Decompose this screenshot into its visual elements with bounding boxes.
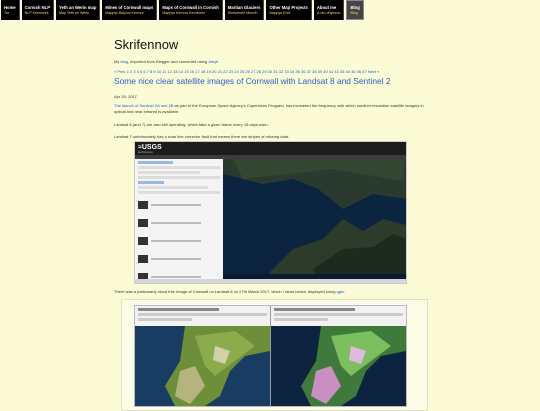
post-title[interactable]: Some nice clear satellite images of Corn…: [114, 76, 391, 86]
result-thumbnail[interactable]: [138, 218, 148, 227]
qgis-link[interactable]: qgis: [337, 289, 344, 294]
nav-item-subtitle: NLP Kernewek: [24, 10, 49, 15]
cornwall-false-colour-image: [271, 326, 406, 406]
nav-item-subtitle: Mappys Kernow Kernewek: [162, 10, 206, 15]
nav-item-3[interactable]: Mines of Cornwall maps Mappys Balyow Kern…: [102, 0, 158, 20]
usgs-logo: ≈USGS: [138, 144, 162, 151]
nav-item-title: Home: [4, 4, 16, 10]
nav-item-title: Cornish NLP: [24, 4, 50, 10]
nav-item-subtitle: Reeveneth Meurth: [227, 10, 258, 15]
nav-item-subtitle: Map Yeth an Werin: [59, 10, 90, 15]
nav-item-title: About me: [316, 4, 337, 10]
current-page: 13: [173, 69, 178, 74]
nav-item-5[interactable]: Martian Glaciers Reeveneth Meurth: [224, 0, 265, 20]
post-paragraph-1: The launch of Sentinel 2A and 2B as part…: [114, 103, 426, 115]
nav-item-7[interactable]: About me A-dro dhymmo: [313, 0, 345, 20]
post-date: Apr 29, 2017: [114, 94, 137, 99]
result-thumbnail[interactable]: [138, 200, 148, 209]
nav-item-2[interactable]: Yeth an Werin map Map Yeth an Werin: [56, 0, 101, 20]
earthexplorer-screenshot: ≈USGS EarthExplorer: [134, 141, 407, 284]
nav-item-6[interactable]: Other Map Projects Mappys Erell: [266, 0, 312, 20]
intro-text-mid: , imported from Blogger and converted us…: [128, 59, 209, 64]
nav-item-title: Maps of Cornwall in Cornish: [162, 4, 219, 10]
qgis-pane-false-colour: [271, 306, 406, 406]
nav-item-title: Other Map Projects: [269, 4, 308, 10]
nav-item-subtitle: Blog: [350, 10, 358, 15]
qgis-pane-natural-colour: [135, 306, 271, 406]
pagination: « Prev 1 2 3 4 5 6 7 8 9 10 11 12 13 14 …: [114, 69, 414, 74]
post-paragraph-2: Landsat 8 (and 7) are also still operati…: [114, 122, 269, 127]
cornwall-natural-colour-image: [135, 326, 270, 406]
status-bar: [135, 279, 406, 283]
result-thumbnail[interactable]: [138, 254, 148, 263]
qgis-screenshot: [134, 305, 407, 407]
top-navigation: Home Tre Cornish NLP NLP Kernewek Yeth an We…: [0, 0, 364, 20]
paragraph-4-end: .: [343, 289, 346, 294]
nav-item-subtitle: Mappys Erell: [269, 10, 291, 15]
blog-intro: My blog, imported from Blogger and conve…: [114, 59, 219, 64]
jekyll-link[interactable]: Jekyll: [208, 59, 218, 64]
prev-page-link[interactable]: « Prev: [114, 69, 126, 74]
page-links-after[interactable]: 14 15 16 17 18 19 20 21 22 23 24 25 26 2…: [179, 69, 367, 74]
nav-item-title: Blog: [350, 4, 360, 10]
result-thumbnail[interactable]: [138, 236, 148, 245]
usgs-header: ≈USGS EarthExplorer: [135, 142, 406, 155]
post-paragraph-3: Landsat 7 unfortunately has a scan line …: [114, 134, 290, 139]
intro-text-end: .: [218, 59, 220, 64]
sentinel-launch-link[interactable]: The launch of Sentinel 2A and 2B: [114, 103, 173, 108]
nav-item-4[interactable]: Maps of Cornwall in Cornish Mappys Kernow…: [159, 0, 223, 20]
satellite-map-view[interactable]: [223, 159, 406, 283]
nav-item-title: Martian Glaciers: [227, 4, 261, 10]
nav-item-0[interactable]: Home Tre: [1, 0, 20, 20]
page-links-before[interactable]: 1 2 3 4 5 6 7 8 9 10 11 12: [127, 69, 172, 74]
blog-link[interactable]: blog: [120, 59, 128, 64]
satellite-image: [223, 159, 406, 279]
nav-item-title: Mines of Cornwall maps: [105, 4, 154, 10]
post-paragraph-4: There was a particularly cloud free imag…: [114, 289, 345, 294]
search-results-panel: [135, 159, 224, 283]
nav-item-subtitle: Tre: [4, 10, 10, 15]
nav-item-8[interactable]: Blog Blog: [346, 0, 364, 20]
nav-item-title: Yeth an Werin map: [59, 4, 97, 10]
nav-item-subtitle: Mappys Balyow Kernow: [105, 10, 144, 15]
usgs-subtitle: EarthExplorer: [138, 151, 154, 154]
nav-item-1[interactable]: Cornish NLP NLP Kernewek: [21, 0, 54, 20]
paragraph-4-text: There was a particularly cloud free imag…: [114, 289, 337, 294]
nav-item-subtitle: A-dro dhymmo: [316, 10, 341, 15]
site-title: Skrifennow: [114, 37, 179, 52]
next-page-link[interactable]: Next »: [368, 69, 380, 74]
